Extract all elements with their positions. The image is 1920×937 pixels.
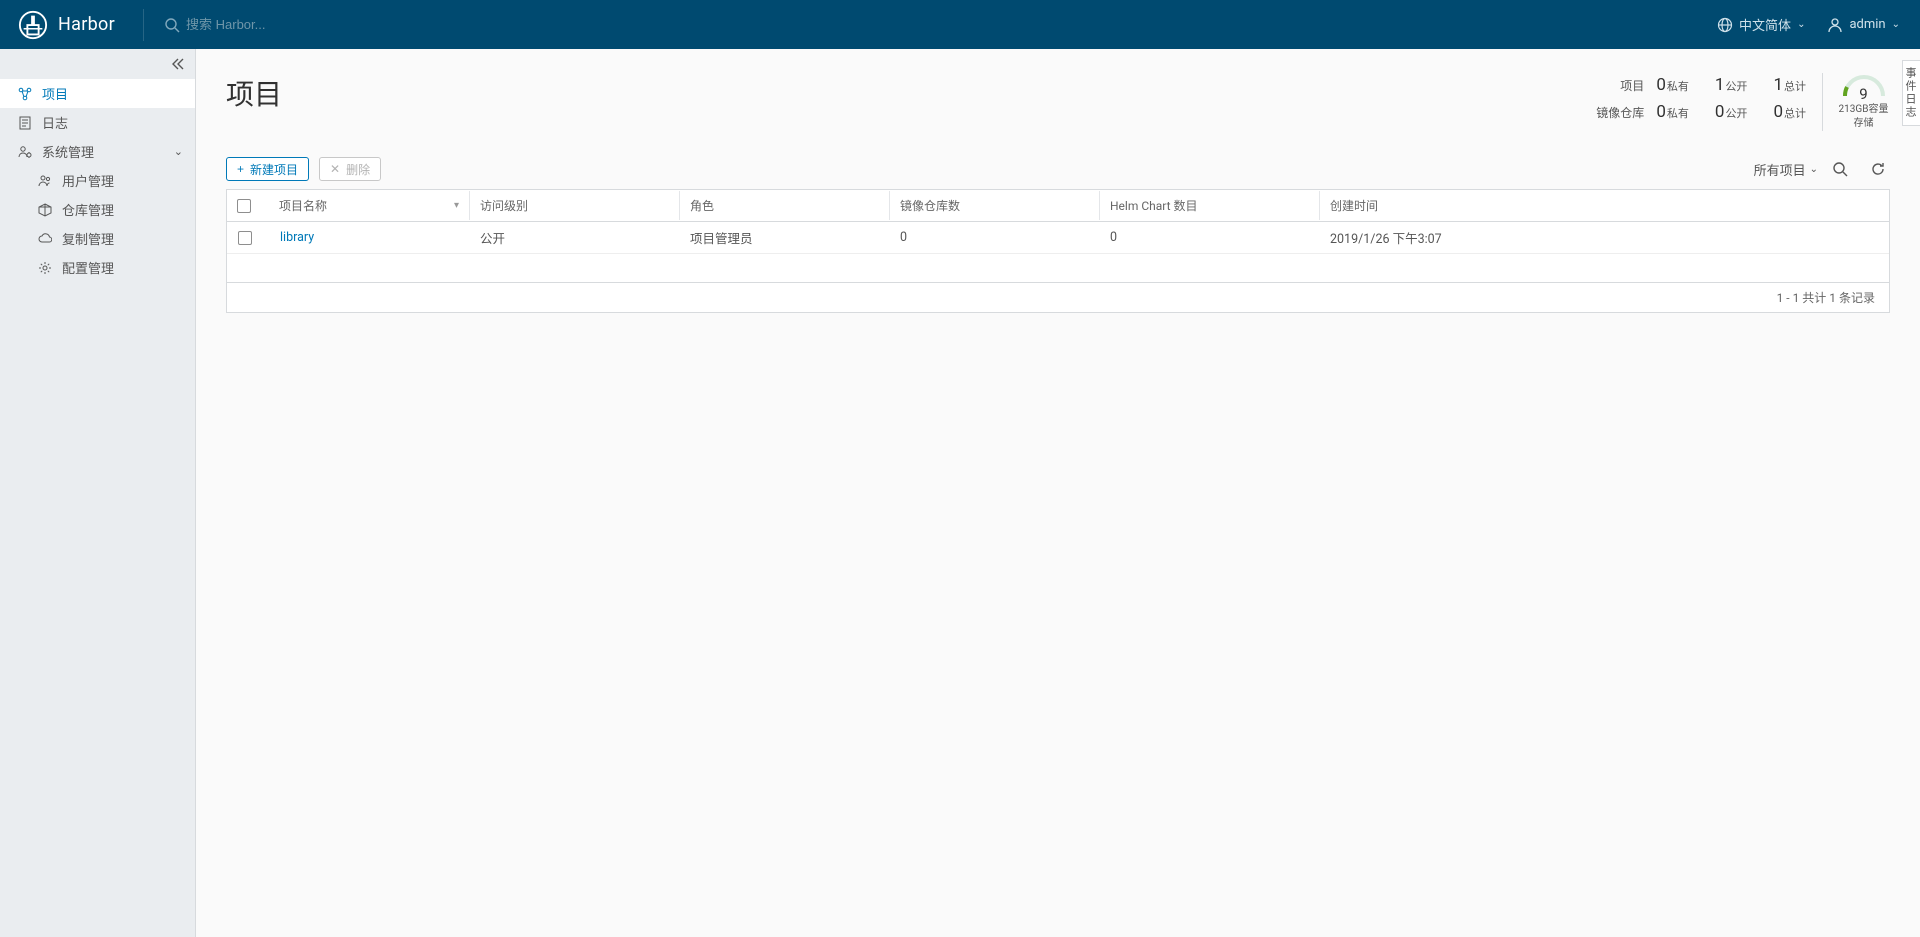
sidebar-item-admin[interactable]: 系统管理 ⌄	[0, 137, 195, 166]
new-project-button[interactable]: + 新建项目	[226, 157, 309, 181]
col-repo-count[interactable]: 镜像仓库数	[889, 191, 1099, 220]
user-menu[interactable]: admin ⌄	[1827, 17, 1900, 33]
table-row[interactable]: library 公开 项目管理员 0 0 2019/1/26 下午3:07	[227, 222, 1889, 254]
sidebar-item-label: 系统管理	[42, 142, 94, 161]
chevron-down-icon: ⌄	[1892, 19, 1900, 30]
stats-row-repos-label: 镜像仓库	[1594, 100, 1646, 125]
sidebar-item-config[interactable]: 配置管理	[0, 253, 195, 282]
storage-value: 9	[1837, 85, 1890, 103]
filter-icon[interactable]: ▾	[454, 200, 459, 211]
cloud-icon	[38, 232, 52, 246]
sidebar-item-users[interactable]: 用户管理	[0, 166, 195, 195]
col-created[interactable]: 创建时间	[1319, 191, 1889, 220]
sidebar-item-label: 配置管理	[62, 258, 114, 277]
col-chart-count[interactable]: Helm Chart 数目	[1099, 191, 1319, 220]
projects-icon	[18, 87, 32, 101]
language-label: 中文简体	[1739, 15, 1791, 34]
new-project-label: 新建项目	[250, 161, 298, 178]
refresh-button[interactable]	[1866, 157, 1890, 181]
close-icon: ✕	[330, 162, 340, 176]
select-all-checkbox[interactable]	[237, 199, 251, 213]
chevron-down-icon: ⌄	[174, 145, 183, 158]
sidebar-item-repos[interactable]: 仓库管理	[0, 195, 195, 224]
cell-role: 项目管理员	[679, 222, 889, 253]
globe-icon	[1717, 17, 1733, 33]
brand-block[interactable]: Harbor	[18, 9, 144, 41]
storage-capacity: 213GB容量	[1837, 103, 1890, 117]
storage-label: 存储	[1837, 117, 1890, 131]
stat-proj-private: 0	[1656, 75, 1666, 95]
language-selector[interactable]: 中文简体 ⌄	[1717, 15, 1805, 34]
sidebar-item-label: 仓库管理	[62, 200, 114, 219]
project-filter-dropdown[interactable]: 所有项目 ⌄	[1754, 160, 1818, 179]
project-link[interactable]: library	[280, 230, 314, 245]
stat-repo-total: 0	[1773, 102, 1783, 122]
global-search[interactable]	[164, 17, 406, 33]
col-name[interactable]: 项目名称 ▾	[269, 191, 469, 220]
user-icon	[1827, 17, 1843, 33]
search-icon	[164, 17, 180, 33]
table-footer: 1 - 1 共计 1 条记录	[227, 282, 1889, 312]
page-title: 项目	[226, 73, 282, 113]
search-input[interactable]	[186, 17, 406, 32]
app-header: Harbor 中文简体 ⌄ admin ⌄	[0, 0, 1920, 49]
gear-icon	[38, 261, 52, 275]
sidebar-item-replication[interactable]: 复制管理	[0, 224, 195, 253]
stat-repo-public: 0	[1715, 102, 1725, 122]
sidebar-item-label: 项目	[42, 84, 68, 103]
event-log-tab[interactable]: 事件日志	[1902, 60, 1920, 126]
harbor-logo-icon	[18, 10, 48, 40]
sidebar-item-label: 日志	[42, 113, 68, 132]
cube-icon	[38, 203, 52, 217]
sidebar: 项目 日志 系统管理 ⌄ 用户管理 仓库管理	[0, 49, 196, 937]
sidebar-item-label: 用户管理	[62, 171, 114, 190]
filter-label: 所有项目	[1754, 160, 1806, 179]
table-header: 项目名称 ▾ 访问级别 角色 镜像仓库数 Helm Chart 数目 创建时间	[227, 190, 1889, 222]
stat-proj-total: 1	[1773, 75, 1783, 95]
delete-button[interactable]: ✕ 删除	[319, 157, 381, 181]
sidebar-item-logs[interactable]: 日志	[0, 108, 195, 137]
projects-table: 项目名称 ▾ 访问级别 角色 镜像仓库数 Helm Chart 数目 创建时间 …	[226, 189, 1890, 313]
col-role[interactable]: 角色	[679, 191, 889, 220]
sidebar-item-label: 复制管理	[62, 229, 114, 248]
cell-access: 公开	[469, 222, 679, 253]
brand-title: Harbor	[58, 14, 115, 35]
col-access[interactable]: 访问级别	[469, 191, 679, 220]
sidebar-item-projects[interactable]: 项目	[0, 79, 195, 108]
cell-created: 2019/1/26 下午3:07	[1319, 222, 1889, 253]
cell-repo-count: 0	[889, 224, 1099, 251]
cell-chart-count: 0	[1099, 224, 1319, 251]
plus-icon: +	[237, 162, 244, 176]
search-button[interactable]	[1828, 157, 1852, 181]
stat-proj-public: 1	[1715, 75, 1725, 95]
users-icon	[38, 174, 52, 188]
double-chevron-left-icon	[171, 57, 185, 71]
chevron-down-icon: ⌄	[1810, 164, 1818, 175]
stats-block: 项目 0私有 1公开 1总计 镜像仓库 0私有 0公开 0总计	[1594, 73, 1890, 131]
storage-card: 9 213GB容量 存储	[1822, 73, 1890, 131]
action-bar: + 新建项目 ✕ 删除 所有项目 ⌄	[226, 157, 1890, 181]
user-label: admin	[1849, 17, 1885, 32]
logs-icon	[18, 116, 32, 130]
stat-repo-private: 0	[1656, 102, 1666, 122]
stats-row-projects-label: 项目	[1594, 73, 1646, 98]
delete-label: 删除	[346, 161, 370, 178]
main-content: 项目 项目 0私有 1公开 1总计 镜像仓库 0私有 0公开 0总计	[196, 49, 1920, 937]
sidebar-collapse-button[interactable]	[0, 49, 195, 79]
admin-icon	[18, 145, 32, 159]
chevron-down-icon: ⌄	[1797, 19, 1805, 30]
row-checkbox[interactable]	[238, 231, 252, 245]
